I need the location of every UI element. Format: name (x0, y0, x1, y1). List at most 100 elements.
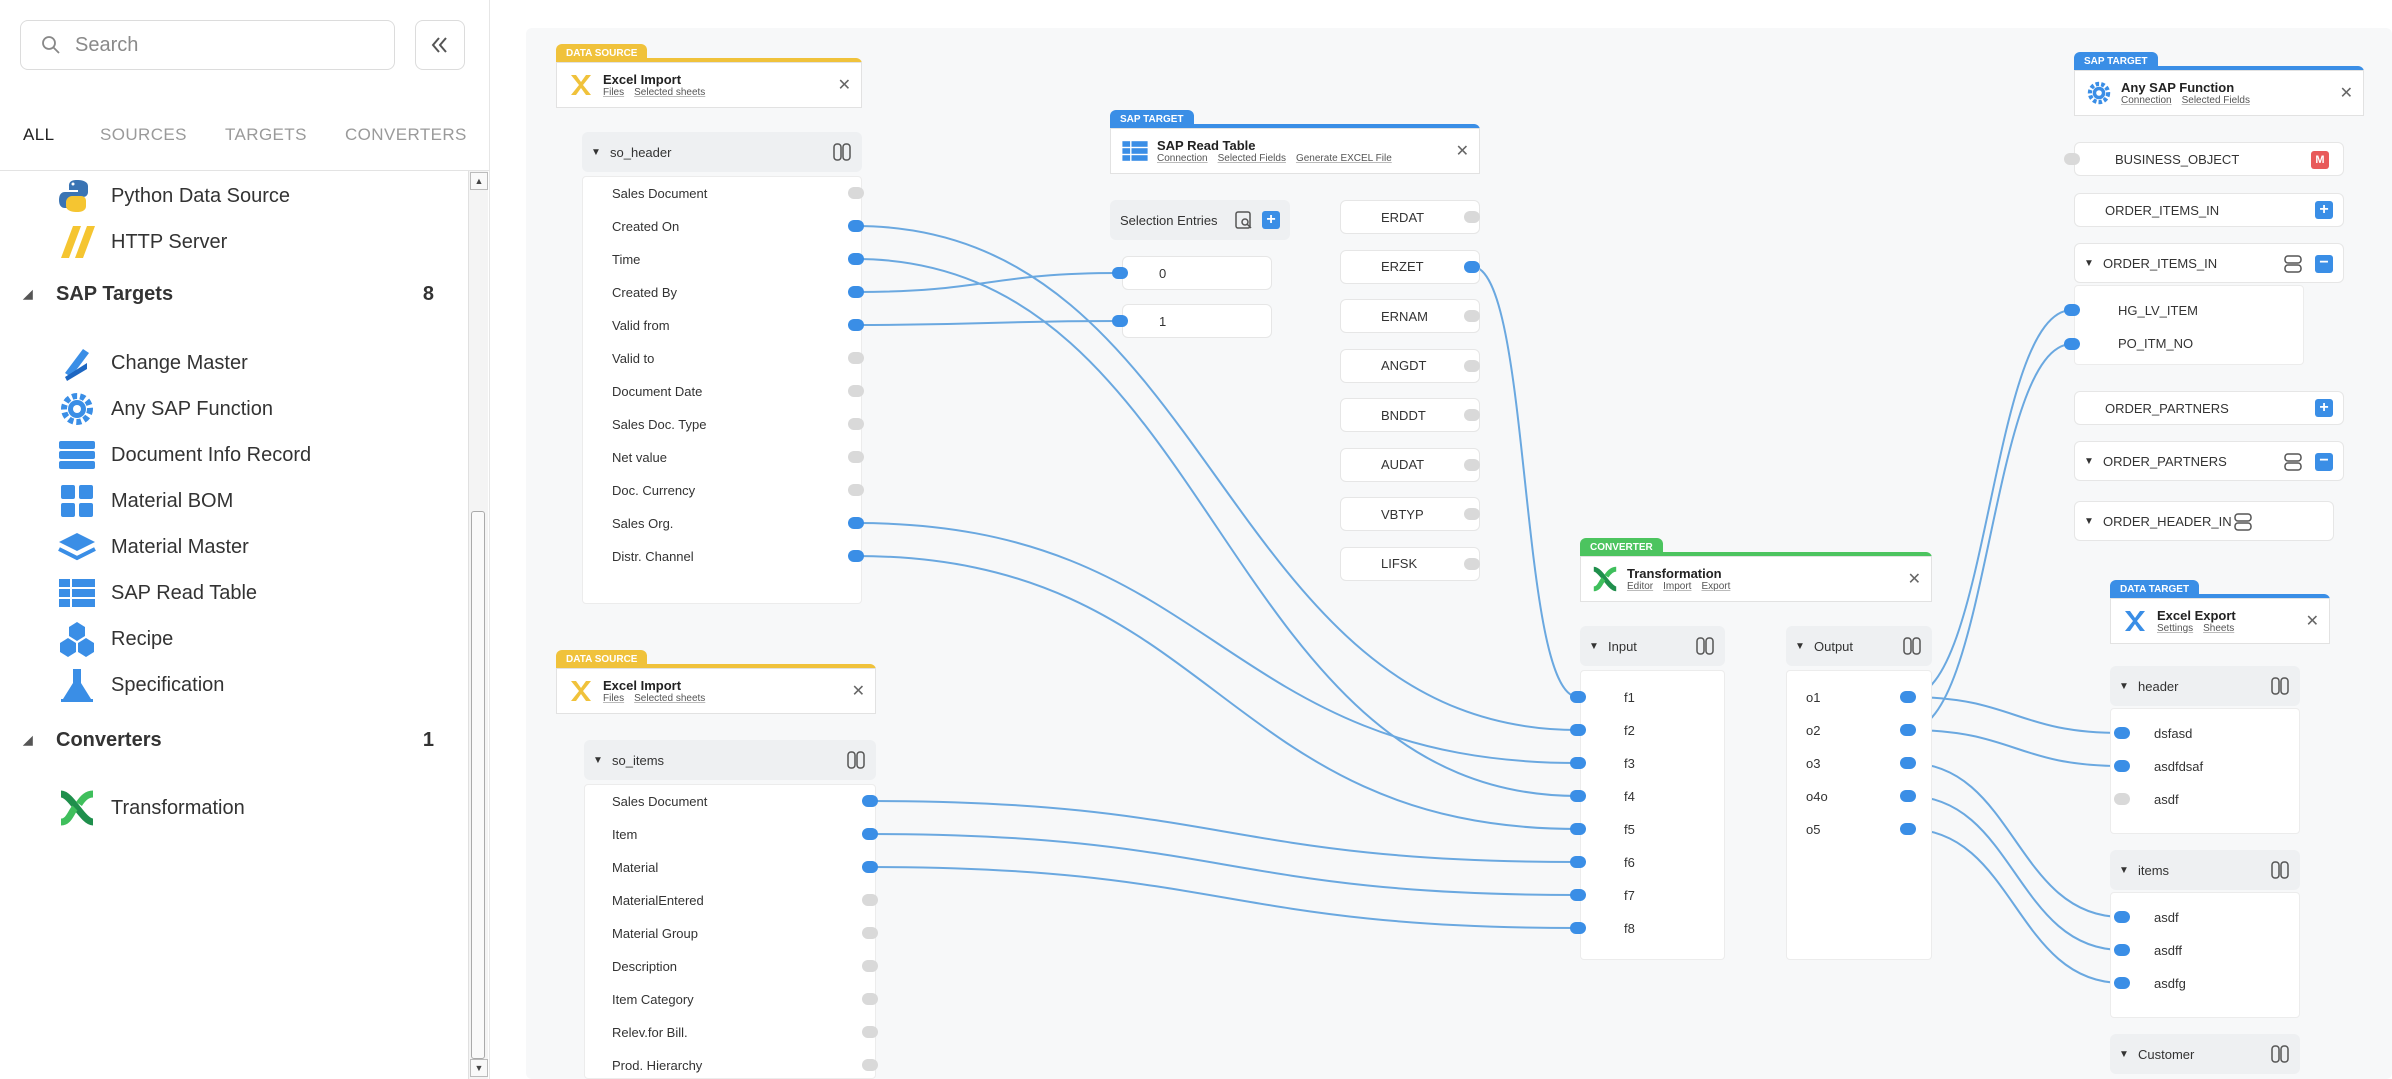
output-port[interactable] (862, 1059, 878, 1071)
output-port[interactable] (1464, 211, 1480, 223)
field-bnddt[interactable]: BNDDT (1340, 398, 1480, 432)
columns-icon[interactable] (1902, 636, 1922, 656)
input-port[interactable] (1570, 757, 1586, 769)
output-port[interactable] (848, 550, 864, 562)
output-port[interactable] (848, 220, 864, 232)
field-lifsk[interactable]: LIFSK (1340, 546, 1480, 581)
selection-entry-1[interactable]: 1 (1122, 304, 1272, 338)
files-link[interactable]: Files (603, 693, 624, 704)
node-header[interactable]: SAP Read Table Connection Selected Fields… (1110, 128, 1480, 174)
node-excel-import-so-header[interactable]: DATA SOURCE Excel Import Files Selected s… (556, 44, 864, 604)
field-item-category[interactable]: Item Category (612, 984, 832, 1014)
generate-excel-link[interactable]: Generate EXCEL File (1296, 153, 1392, 164)
output-port[interactable] (848, 319, 864, 331)
input-port[interactable] (1570, 823, 1586, 835)
scroll-up-button[interactable]: ▲ (470, 172, 488, 190)
scroll-down-button[interactable]: ▼ (470, 1059, 488, 1077)
field-asdfg[interactable]: asdfg (2154, 968, 2186, 998)
field-asdff[interactable]: asdff (2154, 935, 2182, 965)
collapse-sidebar-button[interactable] (415, 20, 465, 70)
input-port[interactable] (2114, 793, 2130, 805)
field-valid-from[interactable]: Valid from (612, 310, 832, 340)
add-order-partners-button[interactable]: + (2315, 399, 2333, 417)
input-port[interactable] (1570, 922, 1586, 934)
field-created-by[interactable]: Created By (612, 277, 832, 307)
node-header[interactable]: Excel Import Files Selected sheets ✕ (556, 668, 876, 714)
field-document-date[interactable]: Document Date (612, 376, 832, 406)
order-partners-field[interactable]: ORDER_PARTNERS + (2074, 391, 2344, 425)
field-asdf[interactable]: asdf (2154, 784, 2179, 814)
order-items-in-field[interactable]: ORDER_ITEMS_IN + (2074, 193, 2344, 227)
output-port[interactable] (862, 993, 878, 1005)
editor-link[interactable]: Editor (1627, 581, 1653, 592)
input-port[interactable] (1570, 691, 1586, 703)
search-input[interactable] (75, 33, 375, 57)
columns-icon[interactable] (2270, 860, 2290, 880)
group-order-items-in[interactable]: ▼ ORDER_ITEMS_IN − (2074, 243, 2344, 283)
field-sales-doc-type[interactable]: Sales Doc. Type (612, 409, 832, 439)
output-o5[interactable]: o5 (1806, 814, 1820, 844)
group-header[interactable]: ▼ header (2110, 666, 2300, 706)
node-transformation[interactable]: CONVERTER Transformation Editor Import Exp… (1570, 538, 1932, 960)
field-materialentered[interactable]: MaterialEntered (612, 885, 832, 915)
input-port[interactable] (2064, 338, 2080, 350)
field-time[interactable]: Time (612, 244, 832, 274)
node-header[interactable]: Excel Import Files Selected sheets ✕ (556, 62, 862, 108)
selected-fields-link[interactable]: Selected Fields (2182, 95, 2250, 106)
field-asdf[interactable]: asdf (2154, 902, 2179, 932)
output-port[interactable] (1464, 458, 1480, 471)
input-f4[interactable]: f4 (1624, 781, 1635, 811)
field-hg-lv-item[interactable]: HG_LV_ITEM (2118, 295, 2198, 325)
field-item[interactable]: Item (612, 819, 832, 849)
group-order-partners[interactable]: ▼ ORDER_PARTNERS − (2074, 441, 2344, 481)
output-port[interactable] (848, 517, 864, 529)
settings-link[interactable]: Settings (2157, 623, 2193, 634)
search-list-icon[interactable] (1234, 210, 1254, 230)
field-sales-document[interactable]: Sales Document (612, 786, 832, 816)
field-doc-currency[interactable]: Doc. Currency (612, 475, 832, 505)
input-port[interactable] (1570, 790, 1586, 802)
field-created-on[interactable]: Created On (612, 211, 832, 241)
group-so-items[interactable]: ▼ so_items (584, 740, 876, 780)
field-relev-for-bill[interactable]: Relev.for Bill. (612, 1017, 832, 1047)
flow-canvas[interactable]: DATA SOURCE Excel Import Files Selected s… (490, 0, 2392, 1079)
input-f1[interactable]: f1 (1624, 682, 1635, 712)
columns-icon[interactable] (832, 142, 852, 162)
library-item-specification[interactable]: Specification (55, 660, 224, 710)
field-vbtyp[interactable]: VBTYP (1340, 497, 1480, 531)
connection-link[interactable]: Connection (1157, 153, 1208, 164)
output-o2[interactable]: o2 (1806, 715, 1820, 745)
sidebar-scrollbar[interactable]: ▲ ▼ (468, 171, 488, 1079)
field-description[interactable]: Description (612, 951, 832, 981)
output-port[interactable] (848, 253, 864, 265)
scrollbar-thumb[interactable] (471, 511, 485, 1059)
field-material-group[interactable]: Material Group (612, 918, 832, 948)
rows-icon[interactable] (2283, 452, 2303, 472)
output-port[interactable] (862, 960, 878, 972)
output-port[interactable] (1900, 823, 1916, 835)
node-excel-import-so-items[interactable]: DATA SOURCE Excel Import Files Selected s… (556, 650, 878, 1079)
output-port[interactable] (1464, 409, 1480, 421)
library-item-sap-read-table[interactable]: SAP Read Table (55, 568, 257, 618)
library-item-document-info-record[interactable]: Document Info Record (55, 430, 311, 480)
sheets-link[interactable]: Sheets (2203, 623, 2234, 634)
field-valid-to[interactable]: Valid to (612, 343, 832, 373)
output-port[interactable] (848, 286, 864, 298)
field-distr-channel[interactable]: Distr. Channel (612, 541, 832, 571)
add-order-items-button[interactable]: + (2315, 201, 2333, 219)
node-sap-read-table[interactable]: SAP TARGET SAP Read Table Connection Sele… (1110, 110, 1480, 581)
input-port[interactable] (2114, 727, 2130, 739)
close-icon[interactable]: ✕ (852, 681, 865, 701)
field-sales-document[interactable]: Sales Document (612, 178, 832, 208)
input-f7[interactable]: f7 (1624, 880, 1635, 910)
input-f8[interactable]: f8 (1624, 913, 1635, 943)
field-dsfasd[interactable]: dsfasd (2154, 718, 2192, 748)
category-sap-targets[interactable]: ◢ SAP Targets 8 (0, 274, 440, 314)
group-input[interactable]: ▼ Input (1580, 626, 1725, 666)
selected-sheets-link[interactable]: Selected sheets (634, 87, 705, 98)
connection-link[interactable]: Connection (2121, 95, 2172, 106)
output-port[interactable] (848, 352, 864, 364)
input-f2[interactable]: f2 (1624, 715, 1635, 745)
output-port[interactable] (1900, 691, 1916, 703)
field-material[interactable]: Material (612, 852, 832, 882)
